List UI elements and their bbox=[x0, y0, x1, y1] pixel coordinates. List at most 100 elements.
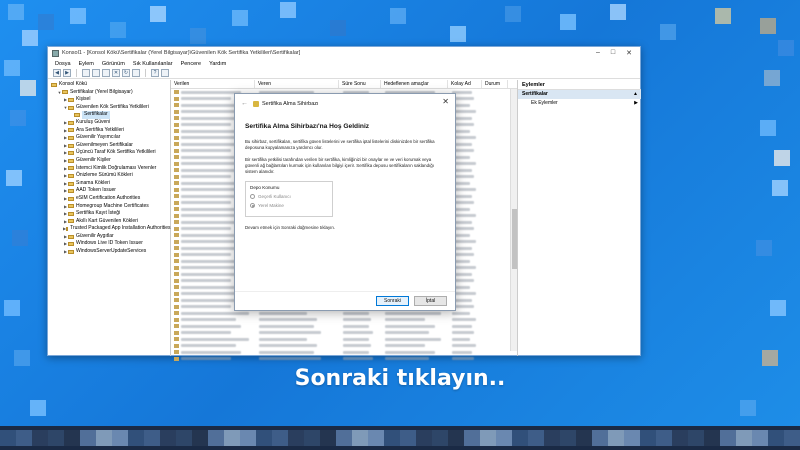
back-arrow-icon[interactable]: ← bbox=[241, 100, 248, 107]
tree-item[interactable]: ▶ Akıllı Kart Güvenilen Kökleri bbox=[51, 218, 170, 226]
actions-section-certificates[interactable]: Sertifikalar ▲ bbox=[518, 90, 641, 99]
certificate-icon bbox=[174, 168, 179, 173]
mosaic-tile bbox=[384, 430, 400, 446]
tree-item-label: Güvenilir Kişiler bbox=[76, 156, 111, 163]
table-cell bbox=[452, 181, 486, 185]
title-bar[interactable]: Konsol1 - [Konsol Kökü\Sertifikalar (Yer… bbox=[48, 47, 640, 59]
collapse-icon[interactable]: ▲ bbox=[633, 90, 638, 99]
tree-item[interactable]: ▶ Güvenilir Kişiler bbox=[51, 157, 170, 165]
tree-item-label: AAD Token Issuer bbox=[76, 187, 116, 194]
radio-button-selected[interactable] bbox=[250, 203, 255, 208]
table-cell bbox=[452, 324, 486, 328]
redacted-cell bbox=[343, 344, 371, 348]
mosaic-tile bbox=[464, 430, 480, 446]
menu-gorunum[interactable]: Görünüm bbox=[102, 61, 125, 67]
radio-current-user-label: Geçerli Kullanıcı bbox=[258, 194, 291, 199]
maximize-button[interactable]: □ bbox=[611, 49, 615, 57]
mosaic-tile bbox=[256, 430, 272, 446]
table-row[interactable] bbox=[171, 356, 504, 363]
tree-item[interactable]: ▶ Sertifika Kayıt İsteği bbox=[51, 210, 170, 218]
menu-eylem[interactable]: Eylem bbox=[79, 61, 94, 67]
forward-icon[interactable]: ▶ bbox=[63, 69, 71, 77]
tree-root[interactable]: Konsol Kökü bbox=[51, 81, 170, 89]
tree-item[interactable]: ▶ Trusted Packaged App Installation Autho… bbox=[51, 225, 171, 233]
properties-icon[interactable] bbox=[161, 69, 169, 77]
console-app-icon bbox=[52, 49, 59, 57]
redacted-cell bbox=[259, 337, 307, 341]
certificate-icon bbox=[174, 272, 179, 277]
column-hedeflenen-amaclar[interactable]: Hedeflenen amaçlar bbox=[381, 80, 448, 88]
mosaic-tile bbox=[280, 2, 296, 18]
tree-item[interactable]: ▶ İstemci Kimlik Doğrulaması Verenler bbox=[51, 165, 170, 173]
tree-item[interactable]: ▶ Windows Live ID Token Issuer bbox=[51, 240, 170, 248]
refresh-icon[interactable]: ↻ bbox=[122, 69, 130, 77]
mosaic-tile bbox=[720, 430, 736, 446]
next-button[interactable]: Sonraki bbox=[376, 296, 409, 306]
mosaic-tile bbox=[12, 230, 28, 246]
tree-item-label: Akıllı Kart Güvenilen Kökleri bbox=[76, 217, 138, 224]
export-list-icon[interactable] bbox=[132, 69, 140, 77]
table-cell bbox=[181, 324, 259, 328]
mosaic-tile bbox=[16, 430, 32, 446]
table-cell bbox=[452, 110, 486, 114]
wizard-intro-text: Bu sihirbaz, sertifikaları, sertifika gü… bbox=[245, 139, 435, 150]
tree-item[interactable]: ▶ Kişisel bbox=[51, 96, 170, 104]
tree-item[interactable]: ▶ Ara Sertifika Yetkilileri bbox=[51, 127, 170, 135]
column-veren[interactable]: Veren bbox=[255, 80, 339, 88]
menu-yardim[interactable]: Yardım bbox=[209, 61, 226, 67]
tree-item[interactable]: ▶ AAD Token Issuer bbox=[51, 187, 170, 195]
radio-current-user[interactable]: Geçerli Kullanıcı bbox=[250, 194, 328, 199]
more-actions-item[interactable]: Ek Eylemler ▶ bbox=[518, 99, 641, 108]
tree-item[interactable]: ▶ Güvenilir Aygıtlar bbox=[51, 233, 170, 241]
close-button[interactable]: ✕ bbox=[626, 49, 632, 57]
menu-dosya[interactable]: Dosya bbox=[55, 61, 71, 67]
back-icon[interactable]: ◀ bbox=[53, 69, 61, 77]
menu-sik-kullanilanlar[interactable]: Sık Kullanılanlar bbox=[133, 61, 173, 67]
column-kolay-ad[interactable]: Kolay Ad bbox=[448, 80, 482, 88]
tree-item[interactable]: ▶ Güvenilir Yayımcılar bbox=[51, 134, 170, 142]
certificate-icon bbox=[174, 148, 179, 153]
chevron-right-icon: ▶ bbox=[634, 100, 638, 106]
redacted-cell bbox=[181, 292, 236, 296]
table-cell bbox=[181, 311, 259, 315]
actions-header: Eylemler bbox=[518, 80, 641, 90]
wizard-close-button[interactable]: ✕ bbox=[442, 97, 449, 106]
minimize-button[interactable]: – bbox=[596, 49, 600, 57]
tree-item[interactable]: ▶ Homegroup Machine Certificates bbox=[51, 203, 170, 211]
cancel-button[interactable]: İptal bbox=[414, 296, 447, 306]
tree-item[interactable]: ▶ Kuruluş Güveni bbox=[51, 119, 170, 127]
radio-local-machine[interactable]: Yerel Makine bbox=[250, 203, 328, 208]
table-cell bbox=[452, 253, 486, 257]
redacted-cell bbox=[181, 318, 236, 322]
mosaic-tile bbox=[774, 150, 790, 166]
column-verilen[interactable]: Verilen bbox=[171, 80, 255, 88]
redacted-cell bbox=[385, 331, 429, 335]
redacted-cell bbox=[452, 318, 476, 322]
tree-item[interactable]: ▶ Üçüncü Taraf Kök Sertifika Yetkilileri bbox=[51, 149, 170, 157]
menu-pencere[interactable]: Pencere bbox=[181, 61, 202, 67]
mosaic-tile bbox=[144, 430, 160, 446]
help-icon[interactable]: ? bbox=[151, 69, 159, 77]
toolbar: ◀ ▶ ✕ ↻ ? bbox=[48, 68, 640, 79]
delete-icon[interactable]: ✕ bbox=[112, 69, 120, 77]
column-durum[interactable]: Durum bbox=[482, 80, 508, 88]
table-cell bbox=[452, 298, 486, 302]
copy-icon[interactable] bbox=[102, 69, 110, 77]
redacted-cell bbox=[343, 318, 371, 322]
vertical-scrollbar[interactable] bbox=[510, 89, 517, 351]
redacted-cell bbox=[181, 110, 236, 114]
radio-button[interactable] bbox=[250, 194, 255, 199]
column-sure-sonu[interactable]: Süre Sonu bbox=[339, 80, 381, 88]
tree-item[interactable]: ▶ WindowsServerUpdateServices bbox=[51, 248, 170, 256]
tree-item[interactable]: Sertifikalar bbox=[51, 111, 170, 119]
table-cell bbox=[452, 116, 486, 120]
redacted-cell bbox=[181, 344, 236, 348]
tree-item[interactable]: ▼ Sertifikalar (Yerel Bilgisayar) bbox=[51, 89, 170, 97]
tree-item[interactable]: ▼ Güvenilen Kök Sertifika Yetkilileri bbox=[51, 104, 170, 112]
tree-item[interactable]: ▶ Sınama Kökleri bbox=[51, 180, 170, 188]
tree-item[interactable]: ▶ eSIM Certification Authorities bbox=[51, 195, 170, 203]
show-hide-tree-icon[interactable] bbox=[92, 69, 100, 77]
tree-item[interactable]: ▶ Önizleme Sürümü Kökleri bbox=[51, 172, 170, 180]
mosaic-tile bbox=[760, 120, 776, 136]
up-folder-icon[interactable] bbox=[82, 69, 90, 77]
